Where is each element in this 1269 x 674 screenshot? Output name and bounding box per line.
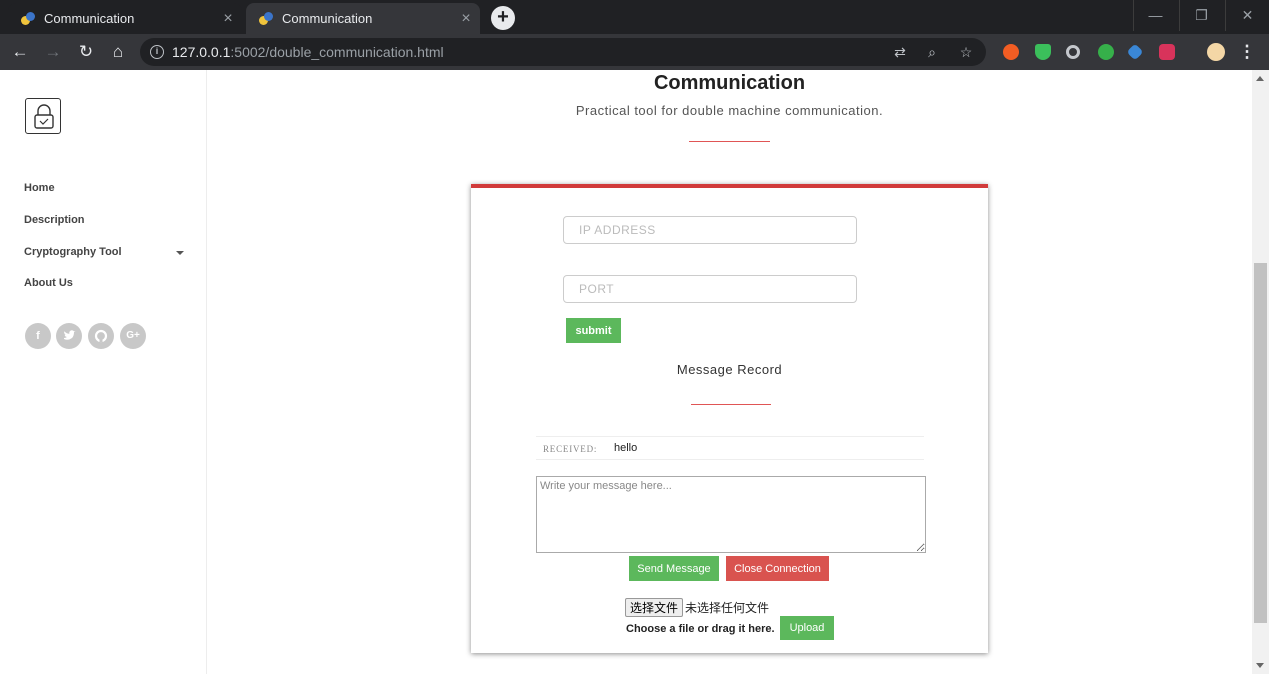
message-direction-label: RECEIVED: xyxy=(543,444,598,454)
sidebar-item-home[interactable]: Home xyxy=(24,182,55,194)
message-text: hello xyxy=(614,442,638,454)
extension-infinity-icon[interactable] xyxy=(1003,44,1019,60)
submit-button[interactable]: submit xyxy=(566,318,621,343)
page-content: Home Description Cryptography Tool About… xyxy=(0,70,1269,674)
scrollbar-thumb[interactable] xyxy=(1254,263,1267,623)
google-plus-icon[interactable]: G+ xyxy=(120,323,146,349)
reload-icon[interactable]: ↻ xyxy=(75,41,97,63)
profile-avatar[interactable] xyxy=(1207,43,1225,61)
extension-diamond-icon[interactable] xyxy=(1126,43,1144,61)
forward-arrow-icon[interactable]: → xyxy=(42,41,64,63)
close-window-icon[interactable]: ✕ xyxy=(1225,0,1269,31)
back-arrow-icon[interactable]: ← xyxy=(9,41,31,63)
browser-tab-bar: Communication × Communication × + — ❐ ✕ xyxy=(0,0,1269,34)
browser-tab-1[interactable]: Communication × xyxy=(8,3,242,34)
facebook-icon[interactable]: f xyxy=(25,323,51,349)
page-title: Communication xyxy=(653,72,806,94)
page-scrollbar[interactable] xyxy=(1252,70,1269,674)
scroll-up-icon[interactable] xyxy=(1256,76,1264,81)
extension-shield-icon[interactable] xyxy=(1035,44,1051,60)
sidebar-item-description[interactable]: Description xyxy=(24,214,85,226)
tab-close-icon[interactable]: × xyxy=(214,10,242,28)
page-subtitle: Practical tool for double machine commun… xyxy=(575,103,884,118)
port-input[interactable] xyxy=(563,275,857,303)
github-icon[interactable] xyxy=(88,323,114,349)
browser-toolbar: ← → ↻ ⌂ i 127.0.0.1:5002/double_communic… xyxy=(0,34,1269,70)
twitter-icon[interactable] xyxy=(56,323,82,349)
close-connection-button[interactable]: Close Connection xyxy=(726,556,829,581)
choose-file-button[interactable]: 选择文件 xyxy=(625,598,684,617)
zoom-icon[interactable]: ⌕ xyxy=(922,42,942,62)
extension-evernote-icon[interactable] xyxy=(1098,44,1114,60)
url-host: 127.0.0.1 xyxy=(172,44,231,60)
message-record-title: Message Record xyxy=(676,362,783,377)
lock-logo-icon[interactable] xyxy=(25,98,61,134)
url-path: :5002/double_communication.html xyxy=(230,44,444,60)
message-input[interactable] xyxy=(536,476,926,553)
restore-window-icon[interactable]: ❐ xyxy=(1179,0,1223,31)
bookmark-star-icon[interactable]: ☆ xyxy=(956,42,976,62)
extension-circle-icon[interactable] xyxy=(1066,45,1080,59)
home-icon[interactable]: ⌂ xyxy=(107,41,129,63)
tab-close-icon[interactable]: × xyxy=(452,10,480,28)
tab-title: Communication xyxy=(282,11,373,26)
chevron-down-icon[interactable] xyxy=(176,251,184,255)
python-favicon-icon xyxy=(20,11,36,27)
browser-tab-2[interactable]: Communication × xyxy=(246,3,480,34)
message-row: RECEIVED: hello xyxy=(536,436,924,460)
file-status-text: 未选择任何文件 xyxy=(685,601,770,615)
sidebar-item-about-us[interactable]: About Us xyxy=(24,277,73,289)
communication-card: submit Message Record RECEIVED: hello Se… xyxy=(471,184,988,653)
address-bar[interactable]: i 127.0.0.1:5002/double_communication.ht… xyxy=(140,38,986,66)
python-favicon-icon xyxy=(258,11,274,27)
site-info-icon[interactable]: i xyxy=(150,45,164,59)
sidebar: Home Description Cryptography Tool About… xyxy=(0,70,207,674)
new-tab-button[interactable]: + xyxy=(491,6,515,30)
menu-dots-icon[interactable]: ⋮ xyxy=(1236,41,1258,63)
sidebar-item-cryptography-tool[interactable]: Cryptography Tool xyxy=(24,246,122,258)
scroll-down-icon[interactable] xyxy=(1256,663,1264,668)
extension-pocket-icon[interactable] xyxy=(1159,44,1175,60)
title-divider xyxy=(689,141,770,142)
minimize-window-icon[interactable]: — xyxy=(1133,0,1177,31)
ip-address-input[interactable] xyxy=(563,216,857,244)
send-message-button[interactable]: Send Message xyxy=(629,556,719,581)
tab-title: Communication xyxy=(44,11,135,26)
file-drop-hint: Choose a file or drag it here. xyxy=(626,623,775,635)
translate-icon[interactable]: ⇄ xyxy=(890,42,910,62)
record-divider xyxy=(691,404,771,405)
upload-button[interactable]: Upload xyxy=(780,616,834,640)
